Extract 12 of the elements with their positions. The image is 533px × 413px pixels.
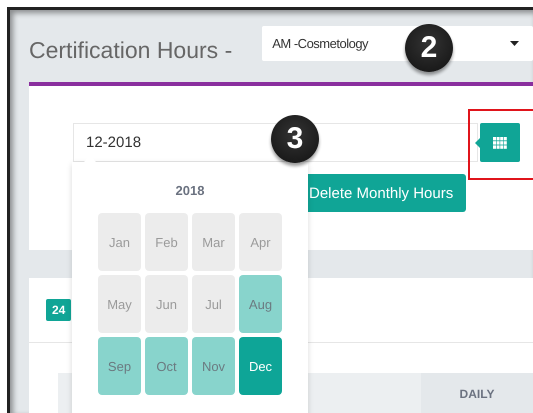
page-title: Certification Hours - xyxy=(29,36,232,64)
step-number-tooltip: 2 xyxy=(405,24,453,72)
year-label: 2018 xyxy=(176,183,204,198)
grid-icon xyxy=(493,136,507,148)
month-button[interactable]: Dec xyxy=(239,337,282,395)
month-button[interactable]: Sep xyxy=(98,337,141,395)
month-button[interactable]: Nov xyxy=(192,337,235,395)
month-button[interactable]: Oct xyxy=(145,337,188,395)
count-badge: 24 xyxy=(46,299,72,321)
caret-icon xyxy=(510,41,519,46)
month-button[interactable]: Aug xyxy=(239,275,282,333)
column-header: DAILY xyxy=(421,373,533,413)
